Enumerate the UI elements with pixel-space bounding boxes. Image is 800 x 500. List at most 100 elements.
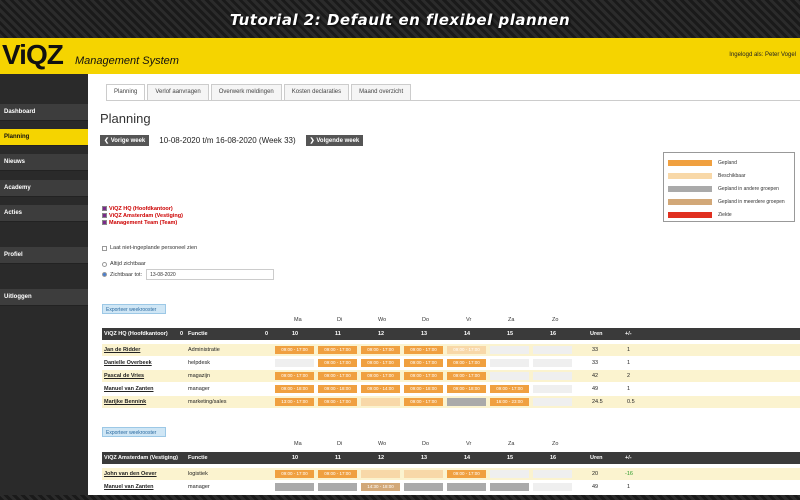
week-navigation: ❮ Vorige week 10-08-2020 t/m 16-08-2020 … — [100, 134, 364, 146]
shift-cell[interactable] — [404, 470, 443, 478]
shift-cell[interactable]: 09:00 - 17:00 — [404, 346, 443, 354]
shift-cell[interactable]: 09:00 - 17:00 — [318, 359, 357, 367]
checkbox-checked[interactable] — [102, 220, 107, 225]
group-checkbox-management[interactable]: Management Team (Team) — [102, 219, 183, 226]
sidebar-item-acties[interactable]: Acties — [0, 205, 88, 222]
employee-function: magazijn — [188, 373, 211, 379]
tab-planning[interactable]: Planning — [106, 84, 146, 100]
viqz-logo[interactable]: ViQZ — [2, 39, 64, 71]
employee-name-link[interactable]: Danielle Overbeek — [104, 360, 152, 366]
shift-cell[interactable] — [533, 398, 572, 406]
checkbox-checked[interactable] — [102, 213, 107, 218]
shift-cell[interactable] — [361, 470, 400, 478]
radio-selected[interactable] — [102, 272, 107, 277]
next-week-button[interactable]: ❯ Volgende week — [305, 134, 364, 146]
export-week-button[interactable]: Exporteer weekrooster — [102, 427, 166, 437]
shift-cell[interactable]: 09:00 - 17:00 — [361, 346, 400, 354]
shift-cell[interactable]: 09:00 - 17:00 — [447, 470, 486, 478]
group-checkbox-hq[interactable]: ViQZ HQ (Hoofdkantoor) — [102, 205, 183, 212]
employee-function: marketing/sales — [188, 399, 227, 405]
group-count: 0 — [180, 331, 184, 337]
legend-swatch — [668, 172, 712, 179]
shift-cell[interactable]: 09:00 - 17:00 — [447, 359, 486, 367]
group-filter: ViQZ HQ (Hoofdkantoor) ViQZ Amsterdam (V… — [102, 205, 183, 226]
employee-name-link[interactable]: Manuel van Zanten — [104, 484, 154, 490]
shift-cell[interactable]: 13:00 - 17:00 — [275, 398, 314, 406]
employee-name-link[interactable]: Marijke Bennink — [104, 399, 146, 405]
shift-cell[interactable] — [490, 359, 529, 367]
visible-until-date-input[interactable]: 13-08-2020 — [146, 269, 275, 280]
shift-cell[interactable]: 09:00 - 18:00 — [318, 385, 357, 393]
shift-cell[interactable]: 09:00 - 17:00 — [490, 385, 529, 393]
shift-cell[interactable] — [533, 483, 572, 491]
show-unplanned-option[interactable]: Laat niet-ingeplande personeel zien — [102, 245, 197, 251]
shift-cell[interactable] — [533, 470, 572, 478]
tab-overwerk-meldingen[interactable]: Overwerk meldingen — [210, 84, 282, 100]
shift-cell[interactable]: 09:00 - 17:00 — [318, 372, 357, 380]
shift-cell[interactable] — [533, 372, 572, 380]
shift-cell[interactable] — [318, 483, 357, 491]
shift-cell[interactable] — [361, 398, 400, 406]
shift-cell[interactable]: 09:00 - 17:00 — [361, 372, 400, 380]
shift-cell[interactable]: 09:00 - 17:00 — [275, 346, 314, 354]
shift-cell[interactable]: 09:00 - 17:00 — [447, 346, 486, 354]
date-header: 12 — [378, 455, 385, 461]
shift-cell[interactable]: 09:00 - 18:00 — [447, 385, 486, 393]
shift-cell[interactable]: 09:00 - 17:00 — [447, 372, 486, 380]
sidebar-item-academy[interactable]: Academy — [0, 180, 88, 197]
shift-cell[interactable]: 09:00 - 17:00 — [318, 398, 357, 406]
sidebar-item-nieuws[interactable]: Nieuws — [0, 154, 88, 171]
shift-cell[interactable]: 09:00 - 17:00 — [404, 372, 443, 380]
shift-cell[interactable]: 09:00 - 17:00 — [361, 359, 400, 367]
checkbox-unchecked[interactable] — [102, 245, 107, 251]
radio-unselected[interactable] — [102, 261, 107, 267]
day-label: Za — [508, 441, 515, 447]
shift-cell[interactable] — [490, 346, 529, 354]
row-diff: 1 — [627, 347, 631, 353]
shift-cell[interactable] — [533, 346, 572, 354]
shift-cell[interactable] — [404, 483, 443, 491]
employee-name-link[interactable]: Manuel van Zanten — [104, 386, 154, 392]
shift-cell[interactable] — [490, 372, 529, 380]
group-label: ViQZ HQ (Hoofdkantoor) — [109, 205, 173, 212]
shift-cell[interactable] — [533, 385, 572, 393]
employee-name-link[interactable]: John van den Oever — [104, 471, 157, 477]
checkbox-checked[interactable] — [102, 206, 107, 211]
visible-until-option[interactable]: Zichtbaar tot: 13-08-2020 — [102, 269, 275, 280]
group-checkbox-amsterdam[interactable]: ViQZ Amsterdam (Vestiging) — [102, 212, 183, 219]
shift-cell[interactable]: 09:00 - 17:00 — [404, 359, 443, 367]
shift-cell[interactable]: 09:00 - 18:00 — [404, 385, 443, 393]
shift-cell[interactable] — [447, 398, 486, 406]
shift-cell[interactable]: 09:00 - 18:00 — [275, 385, 314, 393]
shift-cell[interactable] — [275, 483, 314, 491]
prev-week-button[interactable]: ❮ Vorige week — [100, 134, 150, 146]
employee-name-link[interactable]: Jan de Ridder — [104, 347, 140, 353]
shift-cell[interactable]: 09:00 - 14:00 — [361, 385, 400, 393]
employee-name-link[interactable]: Pascal de Vries — [104, 373, 144, 379]
shift-cell[interactable]: 09:00 - 17:00 — [404, 398, 443, 406]
shift-cell[interactable] — [275, 359, 314, 367]
employee-function: helpdesk — [188, 360, 211, 366]
shift-cell[interactable]: 16:00 - 23:00 — [490, 398, 529, 406]
shift-cell[interactable] — [490, 470, 529, 478]
shift-cell[interactable]: 09:00 - 17:00 — [275, 470, 314, 478]
tab-verlof-aanvragen[interactable]: Verlof aanvragen — [147, 84, 209, 100]
export-week-button[interactable]: Exporteer weekrooster — [102, 304, 166, 314]
sidebar-item-profiel[interactable]: Profiel — [0, 247, 88, 264]
shift-cell[interactable] — [533, 359, 572, 367]
shift-cell[interactable]: 09:00 - 17:00 — [275, 372, 314, 380]
shift-cell[interactable]: 09:00 - 17:00 — [318, 346, 357, 354]
always-visible-option[interactable]: Altijd zichtbaar — [102, 261, 146, 267]
tab-kosten-declaraties[interactable]: Kosten declaraties — [283, 84, 350, 100]
legend-item: Gepland — [668, 156, 790, 169]
sidebar-item-dashboard[interactable]: Dashboard — [0, 104, 88, 121]
tab-maand-overzicht[interactable]: Maand overzicht — [351, 84, 412, 100]
employee-function: Administratie — [188, 347, 220, 353]
shift-cell[interactable] — [447, 483, 486, 491]
shift-cell[interactable] — [490, 483, 529, 491]
sidebar-item-uitloggen[interactable]: Uitloggen — [0, 289, 88, 306]
day-label: Wo — [378, 317, 387, 323]
shift-cell[interactable]: 14:30 - 18:00 — [361, 483, 400, 491]
sidebar-item-planning[interactable]: Planning — [0, 129, 88, 146]
shift-cell[interactable]: 09:00 - 17:00 — [318, 470, 357, 478]
